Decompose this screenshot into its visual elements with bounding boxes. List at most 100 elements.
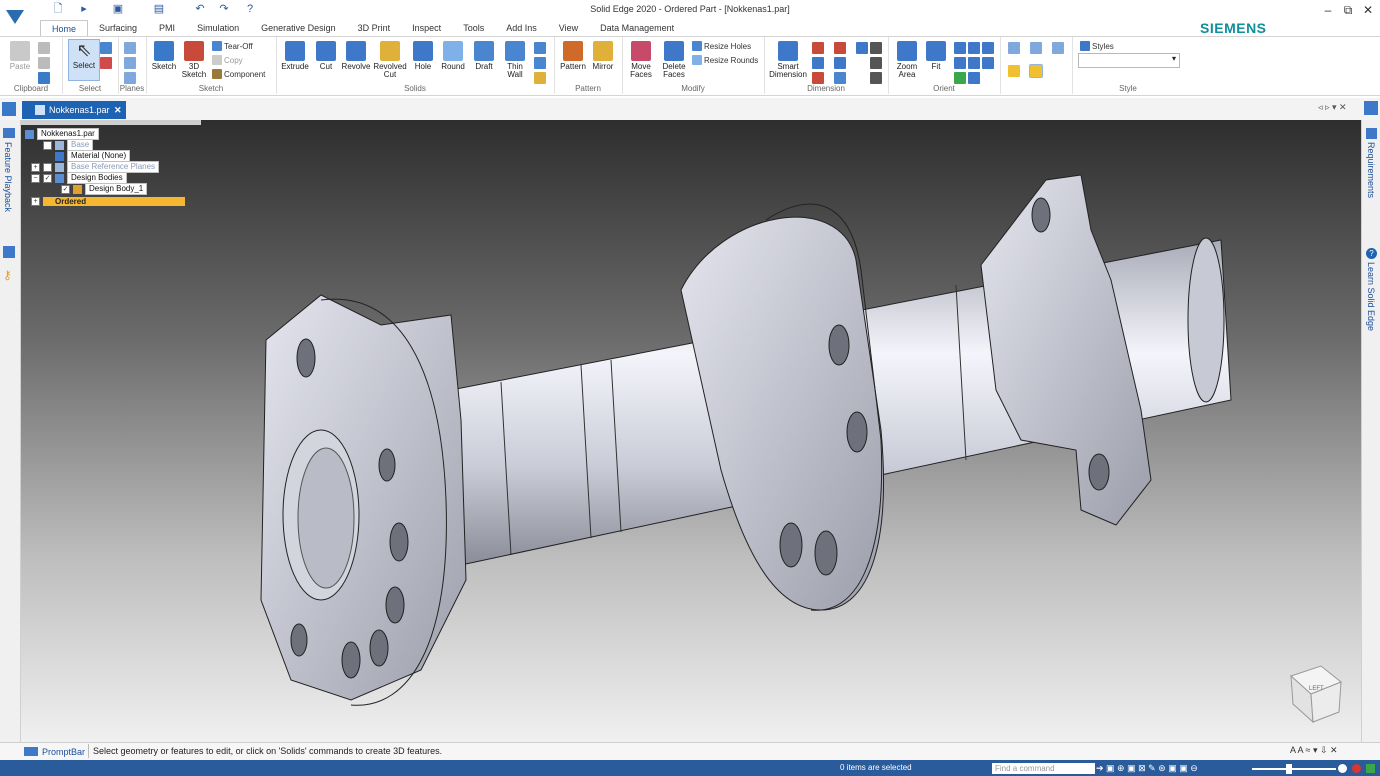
copy-button[interactable]: Copy	[212, 55, 243, 65]
revolved-cut-button[interactable]: Revolved Cut	[372, 41, 408, 79]
zoom-slider[interactable]	[1252, 768, 1336, 770]
symmetric-diameter-icon[interactable]	[834, 42, 846, 54]
resize-holes-button[interactable]: Resize Holes	[692, 41, 751, 51]
sketch-button[interactable]: Sketch	[150, 41, 178, 71]
styles-button[interactable]: Styles	[1080, 41, 1114, 51]
move-faces-button[interactable]: Move Faces	[626, 41, 656, 79]
expand-ordered-icon[interactable]: +	[31, 196, 40, 206]
open-file-icon[interactable]: ▸	[78, 3, 90, 15]
dimension-table-icon[interactable]	[834, 72, 846, 84]
round-button[interactable]: Round	[438, 41, 468, 71]
mirror-button[interactable]: Mirror	[588, 41, 618, 71]
lip-icon[interactable]	[534, 57, 546, 69]
coordinate-dimension-icon[interactable]	[812, 72, 824, 84]
thin-wall-button[interactable]: Thin Wall	[500, 41, 530, 79]
previous-view-icon[interactable]	[954, 72, 966, 84]
pathfinder-icon[interactable]	[3, 246, 15, 258]
camshaft-model[interactable]: LEFT	[21, 120, 1361, 742]
visible-edges-icon[interactable]	[1008, 42, 1020, 54]
tab-data-management[interactable]: Data Management	[589, 20, 685, 36]
coincident-plane-icon[interactable]	[124, 42, 136, 54]
draft-button[interactable]: Draft	[470, 41, 498, 71]
plane-icon[interactable]	[124, 57, 136, 69]
tree-item-base[interactable]: Base	[43, 139, 94, 151]
hole-button[interactable]: Hole	[410, 41, 436, 71]
find-command-input[interactable]: Find a command	[992, 763, 1095, 774]
close-tab-icon[interactable]: ✕	[114, 101, 122, 119]
component-button[interactable]: Component	[212, 69, 265, 79]
hidden-edges-icon[interactable]	[1052, 42, 1064, 54]
rotate-icon[interactable]	[982, 42, 994, 54]
restore-button[interactable]: ⧉	[1338, 2, 1358, 18]
resize-rounds-button[interactable]: Resize Rounds	[692, 55, 758, 65]
feature-playback-label[interactable]: Feature Playback	[3, 142, 13, 212]
tab-inspect[interactable]: Inspect	[401, 20, 452, 36]
zoom-area-button[interactable]: Zoom Area	[892, 41, 922, 79]
paste-button[interactable]: Paste	[6, 41, 34, 71]
tab-tools[interactable]: Tools	[452, 20, 495, 36]
new-file-icon[interactable]: 🗋	[52, 3, 64, 15]
tree-item-design-bodies[interactable]: − ✓ Design Bodies	[31, 172, 127, 184]
tree-item-material[interactable]: Material (None)	[55, 150, 131, 162]
text-size-icon[interactable]	[870, 42, 882, 54]
design-bodies-checkbox[interactable]: ✓	[43, 173, 52, 183]
base-checkbox[interactable]	[43, 140, 52, 150]
select-button[interactable]: ⇖ Select	[68, 39, 100, 81]
3d-viewport[interactable]: LEFT Nokkenas1.par Base Material (None) …	[21, 120, 1361, 742]
copy-icon[interactable]	[38, 57, 50, 69]
look-at-face-icon[interactable]	[968, 57, 980, 69]
expand-icon[interactable]: +	[31, 162, 40, 172]
help-circle-icon[interactable]: ?	[1366, 248, 1377, 259]
text-style-icon[interactable]	[870, 72, 882, 84]
style-dropdown[interactable]: ▾	[1078, 53, 1180, 68]
extrude-button[interactable]: Extrude	[280, 41, 310, 71]
fit-button[interactable]: Fit	[924, 41, 948, 71]
layout-icon[interactable]	[2, 102, 16, 116]
revolve-button[interactable]: Revolve	[340, 41, 372, 71]
redo-icon[interactable]: ↷	[218, 3, 230, 15]
3d-sketch-button[interactable]: 3D Sketch	[180, 41, 208, 79]
planes-checkbox[interactable]	[43, 162, 52, 172]
pan-icon[interactable]	[968, 42, 980, 54]
annotation-icon[interactable]	[870, 57, 882, 69]
sketch-view-icon[interactable]	[982, 57, 994, 69]
undo-icon[interactable]: ↶	[194, 3, 206, 15]
web-network-icon[interactable]	[534, 72, 546, 84]
application-button[interactable]	[0, 0, 30, 36]
record-icon[interactable]	[1352, 764, 1361, 773]
tree-item-ordered[interactable]: + Ordered	[31, 196, 185, 206]
tree-splitter[interactable]	[21, 120, 201, 125]
zoom-icon[interactable]	[954, 42, 966, 54]
promptbar-label[interactable]: PromptBar	[42, 747, 85, 757]
close-button[interactable]: ✕	[1358, 2, 1378, 18]
coordinate-system-icon[interactable]	[124, 72, 136, 84]
tab-pmi[interactable]: PMI	[148, 20, 186, 36]
view-tools-icons[interactable]: ➔ ▣ ⊕ ▣ ⊠ ✎ ⊛ ▣ ▣ ⊖	[1096, 763, 1198, 774]
save-icon[interactable]: ▣	[112, 3, 124, 15]
shaft-end-face[interactable]	[1187, 237, 1225, 403]
properties-icon[interactable]: ▤	[153, 3, 165, 15]
tree-item-design-body-1[interactable]: ✓ Design Body_1	[61, 183, 148, 195]
tab-3d-print[interactable]: 3D Print	[347, 20, 402, 36]
named-views-icon[interactable]	[968, 72, 980, 84]
tab-generative-design[interactable]: Generative Design	[250, 20, 347, 36]
zoom-in-icon[interactable]	[1338, 764, 1347, 773]
cut-icon[interactable]	[38, 42, 50, 54]
tear-off-button[interactable]: Tear-Off	[212, 41, 253, 51]
tab-surfacing[interactable]: Surfacing	[88, 20, 148, 36]
tab-home[interactable]: Home	[40, 20, 89, 37]
right-lug-flange[interactable]	[980, 174, 1152, 526]
key-icon[interactable]: ⚷	[3, 268, 12, 282]
panel-toggle-icon[interactable]	[1364, 101, 1378, 115]
rib-icon[interactable]	[534, 42, 546, 54]
tab-simulation[interactable]: Simulation	[186, 20, 250, 36]
minimize-button[interactable]: –	[1318, 2, 1338, 18]
tree-root[interactable]: Nokkenas1.par	[25, 128, 99, 140]
learn-solid-edge-label[interactable]: Learn Solid Edge	[1366, 262, 1376, 331]
tree-item-base-reference-planes[interactable]: + Base Reference Planes	[31, 161, 160, 173]
distance-between-icon[interactable]	[812, 42, 824, 54]
collapse-icon[interactable]: −	[31, 173, 40, 183]
angular-coordinate-icon[interactable]	[856, 42, 868, 54]
angle-between-icon[interactable]	[812, 57, 824, 69]
spin-about-icon[interactable]	[954, 57, 966, 69]
